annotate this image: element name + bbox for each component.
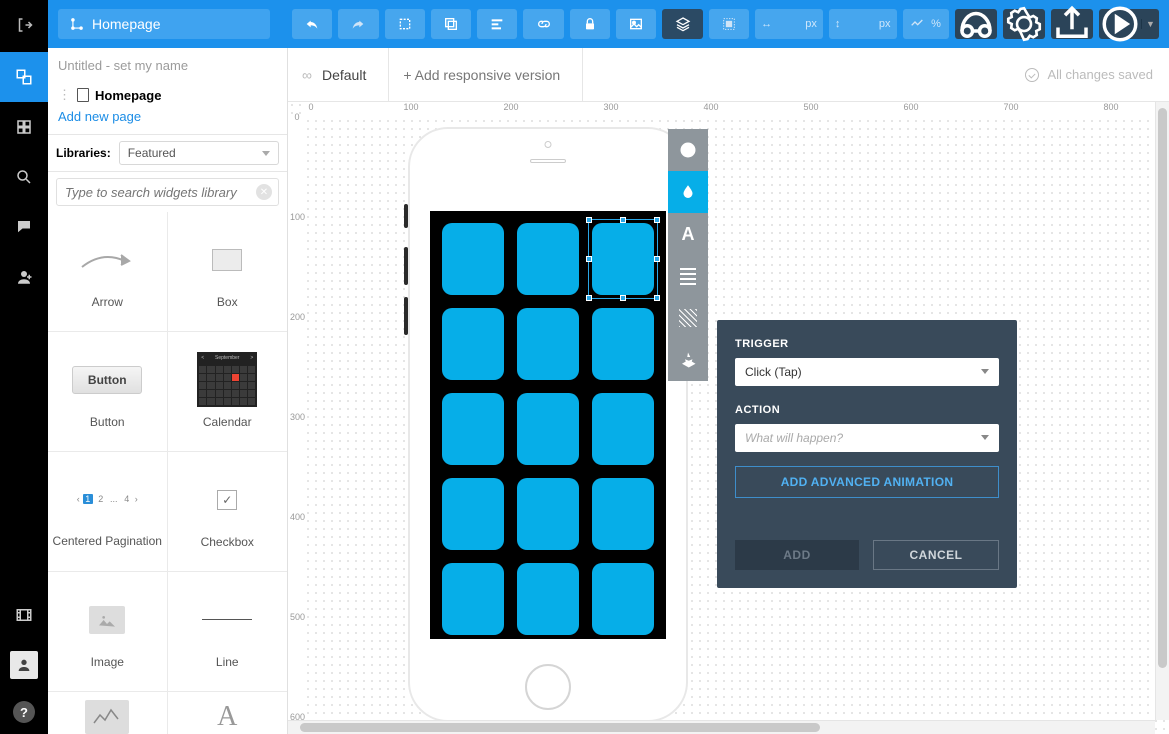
image-tool-button[interactable] [616,9,656,39]
play-button[interactable]: ▼ [1099,9,1159,39]
libraries-row: Libraries: Featured [48,134,287,172]
clear-icon[interactable]: ✕ [256,184,272,200]
width-field[interactable]: ↔px [755,9,823,39]
project-title[interactable]: Untitled - set my name [48,48,287,79]
add-advanced-animation-button[interactable]: ADD ADVANCED ANIMATION [735,466,999,498]
app-tile[interactable] [592,393,654,465]
interaction-panel: TRIGGER Click (Tap) ACTION What will hap… [717,320,1017,588]
add-responsive-button[interactable]: + Add responsive version [389,48,583,101]
widget-checkbox[interactable]: ✓ Checkbox [168,452,288,572]
group-button[interactable] [709,9,749,39]
app-tile[interactable] [517,308,579,380]
widget-button[interactable]: Button Button [48,332,168,452]
widget-search-input[interactable] [65,185,270,200]
app-tile[interactable] [517,563,579,635]
app-tile[interactable] [442,563,504,635]
rail-comments-icon[interactable] [0,202,48,252]
app-tile[interactable] [592,308,654,380]
check-icon [1025,68,1039,82]
element-properties-toolbar: A [668,129,708,381]
top-toolbar: Homepage ↔px ↕px % ▼ [48,0,1169,48]
widget-pagination[interactable]: ‹ 1 2 ... 4 › Centered Pagination [48,452,168,572]
undo-button[interactable] [292,9,332,39]
layers-button[interactable] [662,9,702,39]
widget-search[interactable]: ✕ [56,178,279,206]
home-button-icon [525,664,571,710]
canvas[interactable]: 010020030040050060070080090010001100 010… [288,102,1169,734]
widget-image[interactable]: Image [48,572,168,692]
page-icon [77,88,89,102]
cancel-button[interactable]: CANCEL [873,540,999,570]
action-select[interactable]: What will happen? [735,424,999,452]
app-tile[interactable] [442,393,504,465]
rail-help-icon[interactable]: ? [0,690,48,734]
breakpoint-bar: ∞ Default + Add responsive version All c… [288,48,1169,102]
left-panel: Untitled - set my name ⋮ Homepage Add ne… [48,48,288,734]
app-tile[interactable] [592,563,654,635]
add-button[interactable]: ADD [735,540,859,570]
rail-collab-icon[interactable] [0,252,48,302]
info-tab-icon[interactable] [668,129,708,171]
share-button[interactable] [1051,9,1093,39]
rail-components-icon[interactable] [0,102,48,152]
align-button[interactable] [477,9,517,39]
phone-screen [430,211,666,639]
app-tile[interactable] [517,223,579,295]
app-tile[interactable] [517,393,579,465]
interaction-tab-icon[interactable] [668,339,708,381]
page-breadcrumb-label: Homepage [92,16,161,32]
action-label: ACTION [735,404,999,416]
save-status: All changes saved [1025,67,1169,82]
app-tile[interactable] [442,223,504,295]
widget-box[interactable]: Box [168,212,288,332]
text-tab-icon[interactable]: A [668,213,708,255]
phone-frame [408,127,688,722]
libraries-select[interactable]: Featured [119,141,279,165]
percent-field[interactable]: % [903,9,949,39]
link-button[interactable] [523,9,563,39]
breakpoint-default[interactable]: ∞ Default [288,48,389,101]
vertical-scrollbar[interactable] [1155,102,1169,720]
ruler-horizontal: 010020030040050060070080090010001100 [306,102,1169,117]
lock-button[interactable] [570,9,610,39]
widget-chart[interactable] [48,692,168,734]
widget-grid: Arrow Box Button Button < September > [48,212,287,734]
app-rail: ? [0,0,48,734]
redo-button[interactable] [338,9,378,39]
app-tile[interactable] [442,308,504,380]
app-tile[interactable] [592,478,654,550]
trigger-label: TRIGGER [735,338,999,350]
rail-search-icon[interactable] [0,152,48,202]
rail-avatar[interactable] [0,640,48,690]
page-breadcrumb[interactable]: Homepage [58,9,270,39]
widget-arrow[interactable]: Arrow [48,212,168,332]
crop-button[interactable] [385,9,425,39]
ruler-vertical: 0100200300400500600700 [288,117,306,734]
duplicate-button[interactable] [431,9,471,39]
fill-tab-icon[interactable] [668,171,708,213]
widget-text[interactable]: A [168,692,288,734]
horizontal-scrollbar[interactable] [288,720,1155,734]
pattern-tab-icon[interactable] [668,297,708,339]
logout-icon[interactable] [0,0,48,50]
app-tile[interactable] [442,478,504,550]
trigger-select[interactable]: Click (Tap) [735,358,999,386]
height-field[interactable]: ↕px [829,9,897,39]
widget-calendar[interactable]: < September > Calendar [168,332,288,452]
settings-button[interactable] [1003,9,1045,39]
page-row[interactable]: ⋮ Homepage [58,83,287,107]
layout-tab-icon[interactable] [668,255,708,297]
app-tile[interactable] [592,223,654,295]
rail-design-icon[interactable] [0,52,48,102]
play-dropdown-icon[interactable]: ▼ [1141,19,1159,29]
add-page-button[interactable]: Add new page [58,107,287,132]
preview-button[interactable] [955,9,997,39]
widget-line[interactable]: Line [168,572,288,692]
app-tile[interactable] [517,478,579,550]
rail-video-icon[interactable] [0,590,48,640]
